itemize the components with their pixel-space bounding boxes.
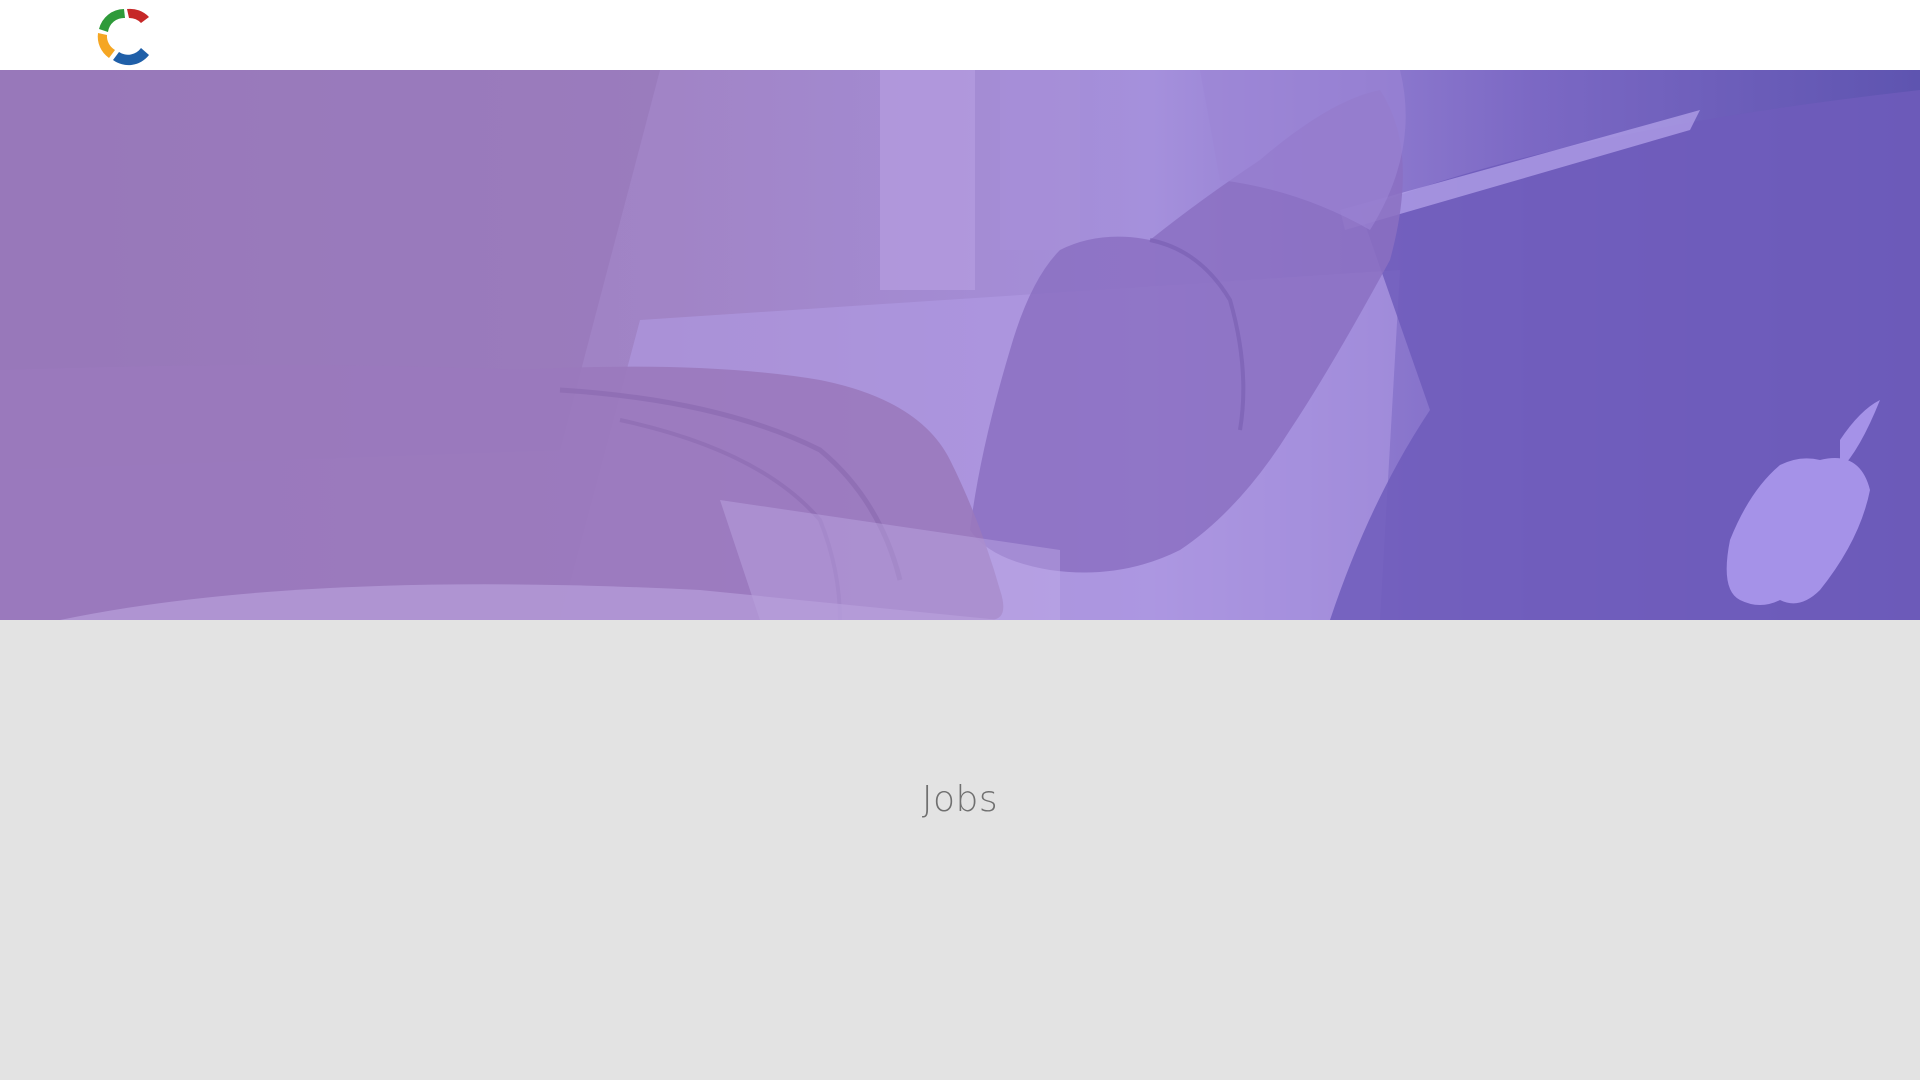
hero-banner-image [0,70,1920,620]
multicolor-c-logo-icon [97,8,149,66]
home-logo-link[interactable] [93,3,155,67]
hands-typing-laptop-photo [0,70,1920,620]
top-navigation-bar [0,0,1920,70]
page-title: Jobs [921,779,999,821]
main-content: Jobs [0,620,1920,1080]
